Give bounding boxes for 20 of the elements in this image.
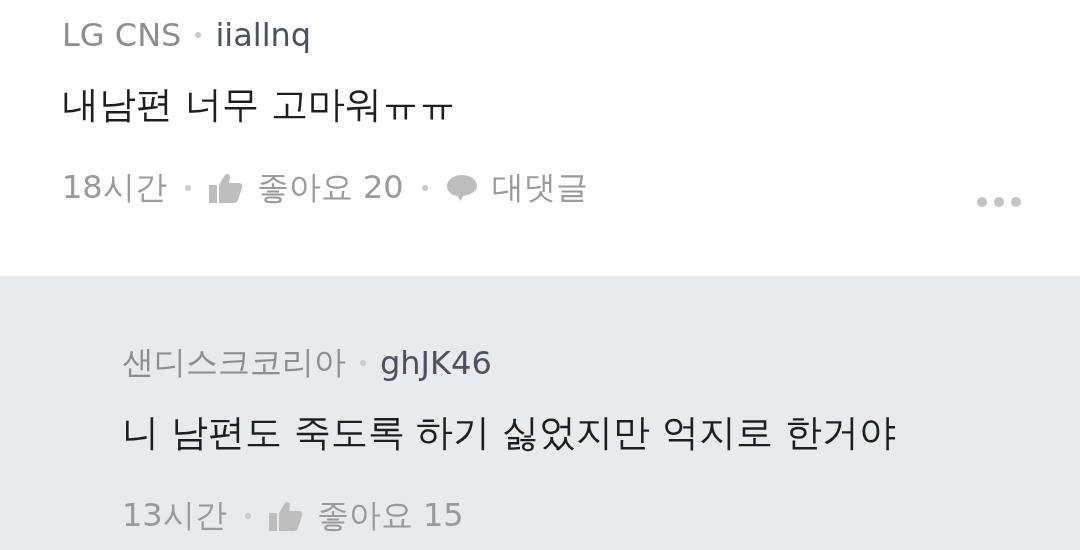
- like-button[interactable]: 좋아요 20: [256, 166, 404, 210]
- company-name: LG CNS: [62, 16, 182, 54]
- username: iiallnq: [215, 16, 312, 54]
- separator-dot: [184, 185, 191, 191]
- thumbs-up-icon: [268, 501, 303, 531]
- comment-text: 내남편 너무 고마워ㅠㅠ: [62, 82, 457, 128]
- username: ghJK46: [380, 344, 492, 382]
- separator-dot: [360, 360, 366, 366]
- comment-text: 니 남편도 죽도록 하기 싫었지만 억지로 한거야: [122, 410, 897, 456]
- timestamp: 13시간: [122, 495, 227, 536]
- thumbs-up-icon: [208, 173, 243, 203]
- like-button[interactable]: 좋아요 15: [316, 494, 464, 538]
- reply-button[interactable]: 대댓글: [491, 166, 588, 210]
- separator-dot: [244, 513, 251, 519]
- company-name: 샌디스크코리아: [122, 342, 346, 383]
- speech-bubble-icon: [445, 174, 478, 202]
- separator-dot: [195, 32, 202, 38]
- timestamp: 18시간: [62, 167, 167, 208]
- separator-dot: [421, 185, 428, 191]
- more-icon[interactable]: [976, 196, 1022, 208]
